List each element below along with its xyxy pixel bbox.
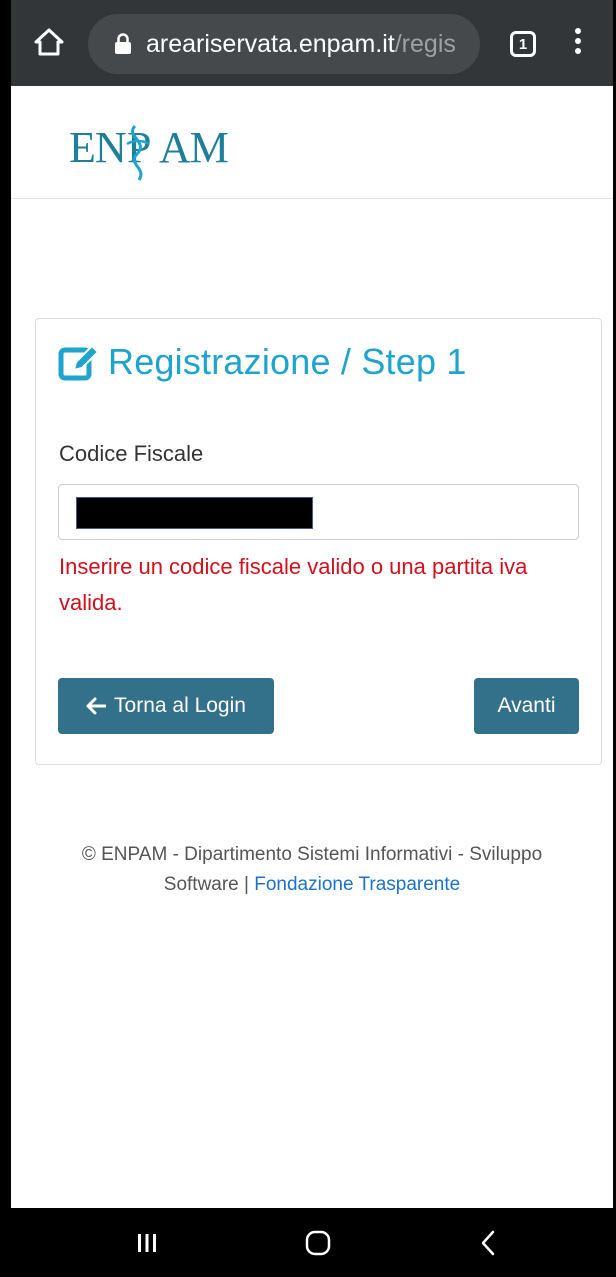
footer: © ENPAM - Dipartimento Sistemi Informati… [11,840,613,900]
enpam-logo[interactable]: EN P AM [67,106,237,186]
recent-apps-icon[interactable] [136,1232,158,1254]
svg-text:AM: AM [159,123,228,172]
site-header: EN P AM [11,86,613,199]
next-button-label: Avanti [497,694,556,717]
svg-text:EN: EN [69,123,126,172]
url-text: areariservata.enpam.it/regis [146,30,456,59]
back-button-label: Torna al Login [114,694,246,717]
url-path: /regis [394,29,456,58]
url-host: areariservata.enpam.it [146,29,395,58]
codice-fiscale-label: Codice Fiscale [59,441,204,466]
page-title: Registrazione / Step 1 [108,341,467,382]
device-frame-left [0,0,11,1277]
nav-home-icon[interactable] [305,1230,331,1256]
lock-icon [115,33,131,54]
codice-fiscale-input[interactable] [58,484,579,540]
kebab-menu-icon[interactable] [573,28,583,60]
nav-back-icon[interactable] [480,1230,496,1256]
back-to-login-button[interactable]: Torna al Login [58,678,274,734]
home-icon[interactable] [33,26,65,58]
next-button[interactable]: Avanti [474,678,579,734]
fondazione-trasparente-link[interactable]: Fondazione Trasparente [254,874,460,895]
arrow-left-icon [86,697,107,715]
edit-icon [58,344,100,381]
tabs-icon[interactable]: 1 [510,31,536,57]
validation-error: Inserire un codice fiscale valido o una … [59,554,528,615]
tab-count: 1 [518,35,528,53]
address-bar[interactable]: areariservata.enpam.it/regis [88,14,480,74]
redacted-value [76,497,313,529]
footer-copyright: © ENPAM - Dipartimento Sistemi Informati… [81,844,543,865]
footer-line-2: Software | Fondazione Trasparente [11,870,613,900]
android-nav-bar [11,1208,613,1277]
browser-toolbar: areariservata.enpam.it/regis 1 [11,0,613,86]
footer-copyright-2: Software | [163,874,255,895]
card-title: Registrazione / Step 1 [58,341,467,383]
registration-card: Registrazione / Step 1 Codice Fiscale In… [35,318,602,765]
